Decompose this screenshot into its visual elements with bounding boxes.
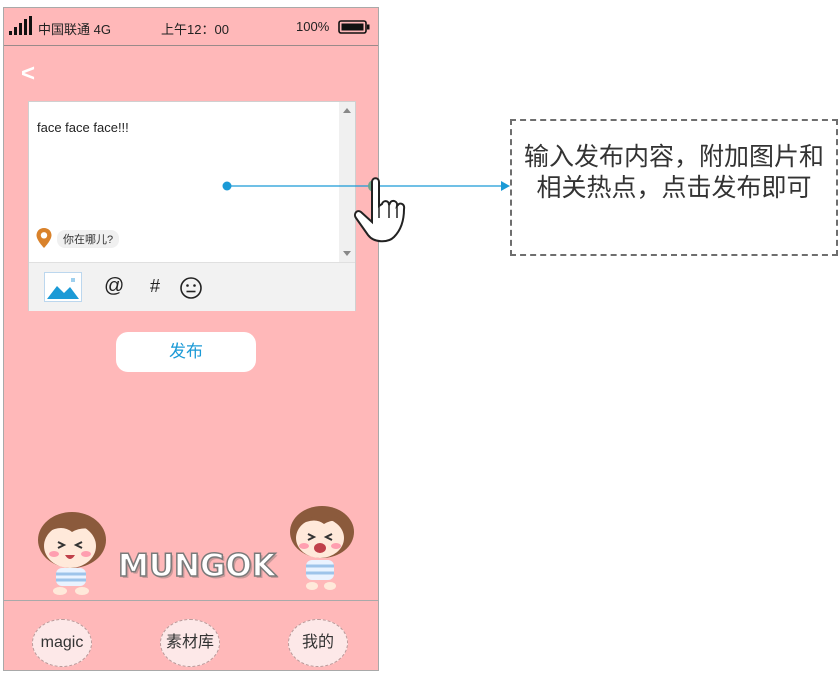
- location-label[interactable]: 你在哪儿?: [57, 230, 120, 248]
- clock: 上午12：00: [161, 22, 229, 37]
- mention-button[interactable]: @: [104, 275, 124, 298]
- post-editor[interactable]: face face face!!! 你在哪儿? @ #: [28, 101, 356, 311]
- bottom-navigation: magic 素材库 我的: [4, 600, 378, 670]
- brand-logo: MUNGOK: [117, 547, 276, 585]
- scroll-up-icon[interactable]: [343, 108, 351, 113]
- signal-icon: [9, 16, 32, 35]
- phone-screen: 中国联通 4G 上午12：00 100% < face face face!!!…: [3, 7, 379, 671]
- scroll-down-icon[interactable]: [343, 251, 351, 256]
- back-button[interactable]: <: [21, 62, 41, 86]
- post-text-input[interactable]: face face face!!!: [37, 120, 129, 135]
- mascot-right-illustration: [290, 506, 354, 590]
- pointer-hand-icon: [353, 177, 406, 243]
- annotation-callout: 输入发布内容，附加图片和相关热点，点击发布即可: [510, 119, 838, 256]
- image-glyph-icon: [45, 273, 81, 301]
- nav-profile-button[interactable]: 我的: [288, 619, 348, 667]
- nav-magic-button[interactable]: magic: [32, 619, 92, 667]
- image-icon[interactable]: [44, 272, 82, 302]
- carrier-label: 中国联通 4G: [38, 22, 111, 37]
- publish-button[interactable]: 发布: [116, 332, 256, 372]
- nav-library-button[interactable]: 素材库: [160, 619, 220, 667]
- battery-percent: 100%: [296, 19, 330, 34]
- mascot-left-illustration: [38, 512, 106, 595]
- battery-icon: [338, 20, 370, 34]
- emoji-icon[interactable]: [179, 276, 203, 300]
- hashtag-button[interactable]: #: [150, 276, 160, 297]
- location-pin-icon: [36, 228, 52, 248]
- editor-toolbar: @ #: [29, 262, 355, 311]
- status-bar: 中国联通 4G 上午12：00 100%: [4, 8, 378, 46]
